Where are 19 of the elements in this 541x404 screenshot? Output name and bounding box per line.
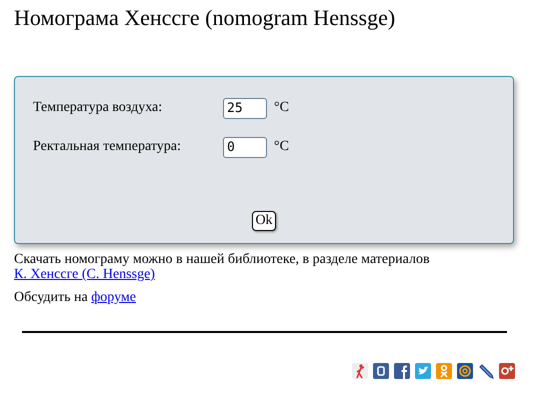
ok-button[interactable]: Ok [252, 211, 276, 231]
share-icon[interactable] [499, 363, 515, 379]
library-link[interactable]: К. Хенссге (С. Henssge) [14, 267, 155, 282]
share-icon[interactable] [373, 363, 389, 379]
page-title: Номограма Хенссге (nomogram Henssge) [14, 4, 396, 32]
unit-label: °C [274, 139, 289, 155]
unit-label: °C [274, 100, 289, 116]
figure-icon[interactable] [352, 363, 368, 379]
pencil-icon[interactable] [478, 363, 494, 379]
input-field[interactable]: 25 [223, 98, 267, 118]
download-text: Скачать номограму можно в нашей библиотеке, в разделе материалов К. Хенссге (С. Henssge) [14, 252, 431, 282]
forum-link[interactable]: форуме [91, 290, 136, 305]
share-icon[interactable] [394, 363, 410, 379]
field-label: Температура воздуха: [33, 100, 164, 116]
field-label: Ректальная температура: [33, 139, 182, 155]
discuss-text: Обсудить на форуме [14, 290, 137, 305]
bird-icon[interactable] [415, 363, 431, 379]
input-field[interactable]: 0 [223, 136, 267, 158]
at-sign-icon[interactable] [457, 363, 473, 379]
